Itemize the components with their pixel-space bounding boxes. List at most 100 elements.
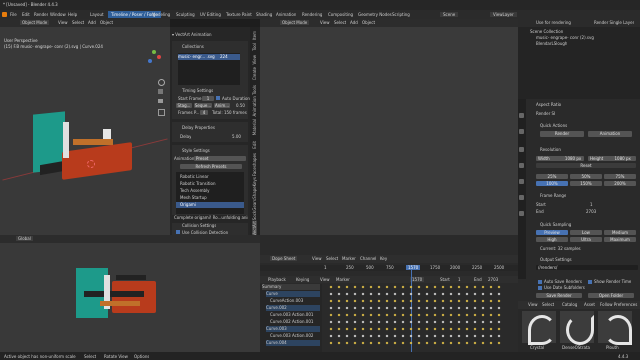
select-menu-right[interactable]: Select	[334, 20, 346, 25]
keyframe-marker[interactable]	[441, 292, 445, 296]
keyframe-marker[interactable]	[393, 285, 397, 289]
keyframe-marker[interactable]	[449, 327, 453, 331]
keyframe-marker[interactable]	[497, 327, 501, 331]
channel-row[interactable]: Curve.002 Action.001	[270, 319, 320, 325]
keyframe-marker[interactable]	[377, 341, 381, 345]
object-menu-right[interactable]: Object	[362, 20, 375, 25]
keyframe-marker[interactable]	[377, 299, 381, 303]
tab-layout[interactable]: Layout	[90, 12, 104, 17]
keyframe-marker[interactable]	[481, 313, 485, 317]
keyframe-marker[interactable]	[329, 334, 333, 338]
cursor-3d-icon[interactable]	[87, 160, 95, 168]
shading-selector[interactable]: Global	[16, 236, 33, 241]
object-tab-icon[interactable]	[519, 179, 524, 184]
keyframe-marker[interactable]	[377, 334, 381, 338]
subfolders-checkbox[interactable]	[538, 286, 542, 290]
add-menu-right[interactable]: Add	[350, 20, 358, 25]
keyframe-marker[interactable]	[337, 306, 341, 310]
asset-tab-asset[interactable]: Asset	[584, 302, 595, 307]
dope-mode-selector[interactable]: Dope Sheet	[270, 256, 298, 261]
anim-field[interactable]: Anim...	[214, 103, 230, 108]
side-tab-create[interactable]: Create	[252, 67, 257, 80]
reset-button[interactable]: Reset	[536, 163, 636, 168]
keyframe-marker[interactable]	[497, 306, 501, 310]
tab-geonodes[interactable]: Geometry Nodes	[358, 12, 392, 17]
keyframe-marker[interactable]	[449, 334, 453, 338]
keyframe-marker[interactable]	[489, 299, 493, 303]
menu-help[interactable]: Help	[68, 12, 77, 17]
keyframe-marker[interactable]	[353, 313, 357, 317]
dope-key-menu[interactable]: Key	[380, 256, 387, 261]
tab-sculpting[interactable]: Sculpting	[176, 12, 195, 17]
view-menu-right[interactable]: View	[320, 20, 330, 25]
keyframe-marker[interactable]	[361, 306, 365, 310]
material-tab-icon[interactable]	[519, 211, 524, 216]
keyframe-marker[interactable]	[465, 341, 469, 345]
keyframe-marker[interactable]	[433, 327, 437, 331]
keyframe-marker[interactable]	[345, 327, 349, 331]
tab-modeling[interactable]: Modeling	[152, 12, 170, 17]
end-value[interactable]: 2703	[586, 209, 596, 214]
dope-select-menu[interactable]: Select	[326, 256, 338, 261]
keyframe-marker[interactable]	[377, 292, 381, 296]
asset-thumb[interactable]	[560, 311, 594, 345]
seque-field[interactable]: Seque...	[194, 103, 212, 108]
keyframe-marker[interactable]	[417, 285, 421, 289]
keyframe-marker[interactable]	[345, 313, 349, 317]
keyframe-marker[interactable]	[465, 299, 469, 303]
keyframe-area[interactable]	[322, 270, 518, 352]
percent-75[interactable]: 75%	[604, 174, 636, 179]
channel-summary[interactable]: Summary	[262, 284, 320, 290]
keyframe-marker[interactable]	[417, 327, 421, 331]
side-tab-material[interactable]: Material	[252, 119, 257, 135]
playback-menu[interactable]: Playback	[268, 277, 286, 282]
keyframe-marker[interactable]	[465, 320, 469, 324]
keyframe-marker[interactable]	[473, 285, 477, 289]
percent-50[interactable]: 50%	[570, 174, 602, 179]
keyframe-marker[interactable]	[337, 334, 341, 338]
keyframe-marker[interactable]	[369, 299, 373, 303]
keyframe-marker[interactable]	[465, 292, 469, 296]
keyframe-marker[interactable]	[425, 292, 429, 296]
keyframe-marker[interactable]	[433, 334, 437, 338]
auto-duration-checkbox[interactable]	[216, 96, 220, 100]
keyframe-marker[interactable]	[481, 341, 485, 345]
keyframe-marker[interactable]	[489, 334, 493, 338]
start-value[interactable]: 1	[590, 202, 593, 207]
view-menu[interactable]: View	[58, 20, 68, 25]
side-tab-item[interactable]: Item	[252, 31, 257, 40]
keyframe-marker[interactable]	[425, 320, 429, 324]
keyframe-marker[interactable]	[401, 299, 405, 303]
side-tab-vectart[interactable]: VectArt	[252, 221, 257, 236]
keyframe-marker[interactable]	[433, 313, 437, 317]
show-time-checkbox[interactable]	[588, 280, 592, 284]
keyframe-marker[interactable]	[497, 334, 501, 338]
keyframe-marker[interactable]	[329, 299, 333, 303]
keyframe-marker[interactable]	[441, 320, 445, 324]
keyframe-marker[interactable]	[385, 327, 389, 331]
tab-compositing[interactable]: Compositing	[328, 12, 353, 17]
outliner-item[interactable]: BlendarLSlough	[536, 41, 567, 46]
scene-tab-icon[interactable]	[519, 147, 524, 152]
keyframe-marker[interactable]	[497, 320, 501, 324]
menu-file[interactable]: File	[10, 12, 17, 17]
tab-uv[interactable]: UV Editing	[200, 12, 221, 17]
keyframe-marker[interactable]	[473, 292, 477, 296]
keyframe-marker[interactable]	[393, 334, 397, 338]
keyframe-marker[interactable]	[393, 299, 397, 303]
keyframe-marker[interactable]	[385, 320, 389, 324]
keyframe-marker[interactable]	[377, 306, 381, 310]
keyframe-marker[interactable]	[369, 320, 373, 324]
keyframe-marker[interactable]	[377, 320, 381, 324]
channel-row[interactable]: CurveAction.003	[270, 298, 320, 304]
keyframe-marker[interactable]	[329, 320, 333, 324]
grid-icon[interactable]	[158, 109, 165, 116]
dope-view-menu[interactable]: View	[312, 256, 322, 261]
keyframe-marker[interactable]	[473, 334, 477, 338]
percent-25[interactable]: 25%	[536, 174, 568, 179]
keyframe-marker[interactable]	[433, 299, 437, 303]
object-menu[interactable]: Object	[100, 20, 113, 25]
mode-selector-right[interactable]: Object Mode	[280, 20, 310, 25]
channel-row[interactable]: Curve	[266, 291, 320, 297]
keyframe-marker[interactable]	[329, 327, 333, 331]
